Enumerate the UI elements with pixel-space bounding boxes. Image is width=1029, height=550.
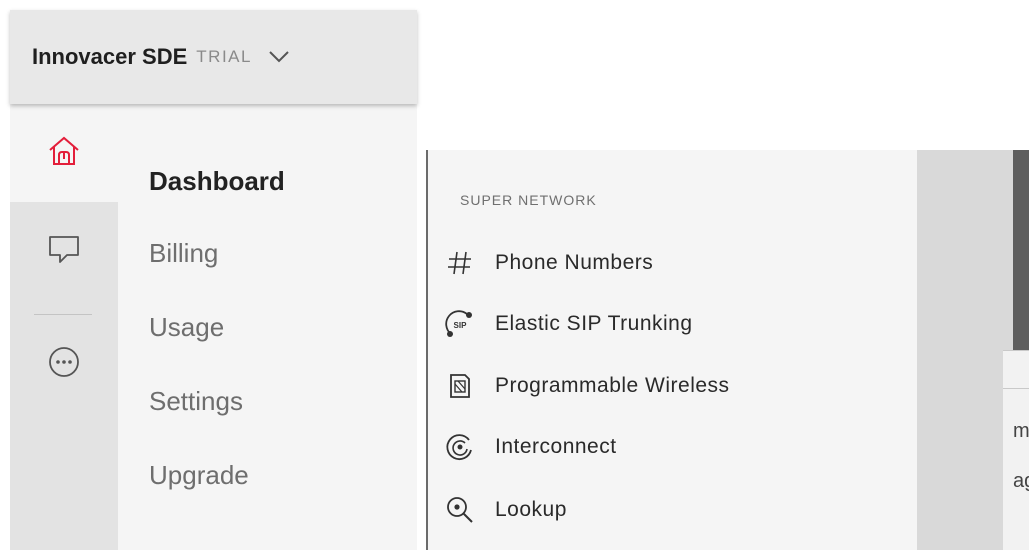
menu-label-phone-numbers: Phone Numbers: [495, 251, 654, 274]
left-panel: Innovacer SDE TRIAL Dashboard Billing Us…: [10, 10, 417, 550]
super-network-panel: SUPER NETWORK Phone Numbers SIP Elastic …: [426, 150, 1029, 550]
rail-item-messaging[interactable]: [10, 202, 118, 300]
nav-item-usage[interactable]: Usage: [149, 312, 224, 343]
menu-label-lookup: Lookup: [495, 498, 567, 521]
menu-label-elastic-sip-trunking: Elastic SIP Trunking: [495, 312, 693, 335]
menu-item-lookup[interactable]: Lookup: [444, 490, 567, 530]
rail-item-home[interactable]: [10, 104, 118, 202]
account-switcher[interactable]: Innovacer SDE TRIAL: [10, 10, 417, 104]
hash-icon: [444, 247, 476, 279]
menu-item-elastic-sip-trunking[interactable]: SIP Elastic SIP Trunking: [444, 304, 693, 344]
nav-item-dashboard[interactable]: Dashboard: [149, 166, 285, 197]
trial-badge: TRIAL: [196, 47, 252, 66]
rail-divider: [34, 314, 92, 315]
menu-label-interconnect: Interconnect: [495, 435, 617, 458]
background-overlay: m ag: [917, 150, 1029, 550]
background-card: m ag: [1003, 350, 1029, 550]
menu-item-programmable-wireless[interactable]: Programmable Wireless: [444, 366, 730, 406]
nav-item-settings[interactable]: Settings: [149, 386, 243, 417]
nav-item-upgrade[interactable]: Upgrade: [149, 460, 249, 491]
partial-text: ag: [1013, 470, 1029, 492]
partial-text: m: [1013, 420, 1029, 442]
card-divider: [1003, 350, 1029, 351]
interconnect-icon: [444, 431, 476, 463]
sip-icon-text: SIP: [454, 321, 468, 330]
menu-item-phone-numbers[interactable]: Phone Numbers: [444, 243, 653, 283]
rail-item-more[interactable]: [10, 324, 118, 404]
chevron-down-icon[interactable]: [268, 50, 290, 64]
super-network-menu: SUPER NETWORK Phone Numbers SIP Elastic …: [428, 150, 917, 550]
overlay-strip: [1013, 150, 1029, 350]
sip-trunking-icon: SIP: [444, 308, 476, 340]
icon-rail: [10, 104, 118, 550]
menu-item-interconnect[interactable]: Interconnect: [444, 427, 617, 467]
home-icon: [47, 135, 81, 172]
section-heading: SUPER NETWORK: [460, 192, 597, 208]
chat-icon: [47, 233, 81, 270]
nav-item-billing[interactable]: Billing: [149, 238, 218, 269]
sim-card-icon: [444, 370, 476, 402]
card-divider: [1003, 388, 1029, 389]
menu-label-programmable-wireless: Programmable Wireless: [495, 374, 730, 397]
more-icon: [47, 345, 81, 384]
lookup-icon: [444, 494, 476, 526]
nav-list: Dashboard Billing Usage Settings Upgrade: [118, 104, 417, 550]
account-name: Innovacer SDE: [32, 44, 188, 69]
